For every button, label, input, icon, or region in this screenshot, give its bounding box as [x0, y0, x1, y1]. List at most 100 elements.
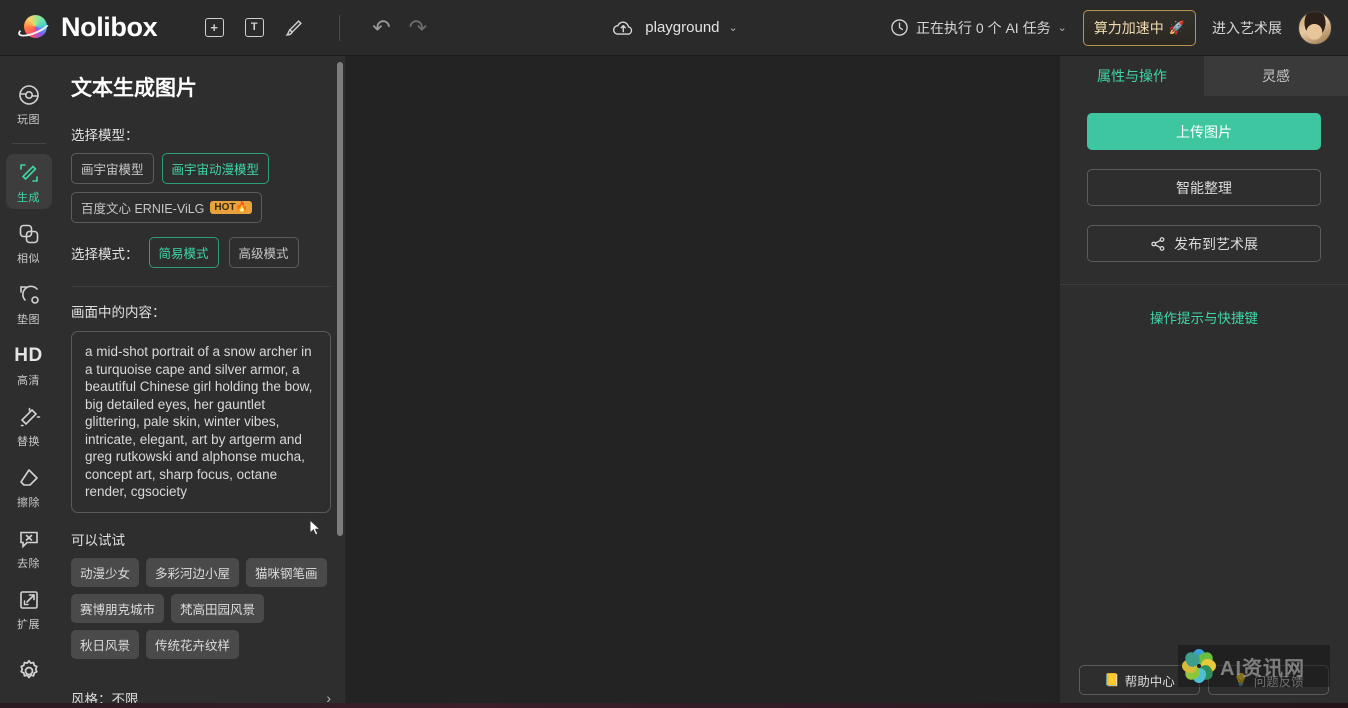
planet-logo-icon: [15, 13, 53, 43]
sidebar-item-settings[interactable]: [6, 652, 52, 688]
tab-inspiration[interactable]: 灵感: [1204, 56, 1348, 96]
clock-icon: [891, 19, 908, 36]
model-chip-row: 画宇宙模型 画宇宙动漫模型: [71, 153, 331, 184]
mode-chip-label: 简易模式: [158, 247, 209, 261]
help-center-button[interactable]: 📒 帮助中心: [1079, 665, 1200, 695]
lightbulb-icon: 💡: [1233, 672, 1249, 687]
sidebar-item-playimage[interactable]: 玩图: [6, 76, 52, 131]
top-bar: Nolibox + T ↶ ↷ playground ⌄ 正在执行 0 个 AI…: [0, 0, 1348, 56]
publish-to-exhibition-button[interactable]: 发布到艺术展: [1087, 225, 1321, 262]
mode-chip-simple[interactable]: 简易模式: [148, 237, 219, 268]
generation-panel: 文本生成图片 选择模型： 画宇宙模型 画宇宙动漫模型 百度文心 ERNIE-Vi…: [57, 56, 346, 708]
chevron-down-icon: ⌄: [728, 22, 738, 34]
ai-task-status[interactable]: 正在执行 0 个 AI 任务 ⌄: [890, 18, 1067, 38]
tab-properties[interactable]: 属性与操作: [1060, 56, 1204, 96]
replace-icon: [16, 404, 42, 430]
sidebar-item-label: 垫图: [17, 314, 40, 326]
share-icon: [1151, 236, 1165, 251]
model-chip-huayuzhou[interactable]: 画宇宙模型: [71, 153, 154, 184]
shortcuts-hint-link[interactable]: 操作提示与快捷键: [1060, 285, 1348, 327]
upload-image-button[interactable]: 上传图片: [1087, 113, 1321, 150]
suggestion-tag-row: 动漫少女 多彩河边小屋 猫咪钢笔画 赛博朋克城市 梵高田园风景 秋日风景 传统花…: [71, 557, 331, 659]
model-chip-label: 百度文心 ERNIE-ViLG: [81, 202, 205, 216]
sidebar-item-label: 替换: [17, 436, 40, 448]
hot-badge: HOT🔥: [210, 201, 252, 214]
add-frame-icon[interactable]: +: [201, 15, 227, 41]
topbar-right: 正在执行 0 个 AI 任务 ⌄ 算力加速中 🚀 进入艺术展: [890, 9, 1332, 46]
eraser-icon: [16, 465, 42, 491]
sidebar-item-generate[interactable]: 生成: [5, 154, 52, 209]
suggestion-tag[interactable]: 猫咪钢笔画: [246, 557, 327, 587]
toolbar-divider: [339, 14, 341, 41]
help-center-label: 帮助中心: [1124, 674, 1175, 689]
mode-section-label: 选择模式：: [71, 246, 139, 262]
ai-task-status-label: 正在执行 0 个 AI 任务: [916, 19, 1051, 36]
prompt-input[interactable]: a mid-shot portrait of a snow archer in …: [71, 331, 331, 513]
app-root: Nolibox + T ↶ ↷ playground ⌄ 正在执行 0 个 AI…: [0, 0, 1348, 708]
toolbar-tools: + T ↶ ↷: [201, 14, 427, 41]
compute-boost-button[interactable]: 算力加速中 🚀: [1082, 9, 1196, 46]
panel-scrollbar[interactable]: [337, 62, 343, 536]
similar-icon: [16, 221, 42, 247]
right-panel-footer: 📒 帮助中心 💡 问题反馈: [1060, 665, 1348, 695]
model-chip-row-2: 百度文心 ERNIE-ViLG HOT🔥: [71, 192, 331, 223]
text-tool-icon[interactable]: T: [241, 15, 267, 41]
generate-icon: [16, 160, 42, 186]
left-tool-rail: 玩图 生成 相似 垫图 HD 高清 替换 擦除 去除 扩展: [0, 56, 57, 708]
sidebar-item-similar[interactable]: 相似: [6, 215, 52, 270]
play-image-icon: [16, 82, 42, 108]
sidebar-item-expand[interactable]: 扩展: [6, 581, 52, 636]
smart-organize-button[interactable]: 智能整理: [1087, 169, 1321, 206]
suggestions-label: 可以试试: [71, 532, 125, 548]
expand-icon: [16, 587, 42, 613]
undo-button[interactable]: ↶: [372, 16, 390, 39]
suggestion-tag[interactable]: 秋日风景: [71, 629, 140, 659]
project-selector[interactable]: playground ⌄: [610, 15, 738, 41]
suggestion-tag[interactable]: 梵高田园风景: [171, 593, 265, 623]
sidebar-item-remove[interactable]: 去除: [6, 520, 52, 575]
sidebar-item-label: 高清: [17, 375, 40, 387]
brush-tool-icon[interactable]: [281, 15, 307, 41]
suggestion-tag[interactable]: 赛博朋克城市: [71, 593, 165, 623]
model-section-label: 选择模型：: [71, 128, 139, 143]
sidebar-item-label: 扩展: [17, 619, 40, 631]
chevron-down-icon: ⌄: [1057, 22, 1067, 34]
sidebar-item-replace[interactable]: 替换: [6, 398, 52, 453]
upload-image-label: 上传图片: [1176, 123, 1232, 140]
project-name: playground: [645, 19, 720, 36]
smart-organize-label: 智能整理: [1176, 179, 1232, 196]
feedback-button[interactable]: 💡 问题反馈: [1208, 665, 1329, 695]
hd-icon: HD: [14, 345, 43, 366]
compute-boost-label: 算力加速中: [1093, 19, 1164, 36]
sidebar-item-reference[interactable]: 垫图: [6, 276, 52, 331]
prompt-label: 画面中的内容：: [71, 305, 166, 320]
cloud-upload-icon: [612, 21, 633, 35]
sidebar-item-erase[interactable]: 擦除: [6, 459, 52, 514]
avatar[interactable]: [1298, 10, 1332, 45]
model-chip-ernie-vilg[interactable]: 百度文心 ERNIE-ViLG HOT🔥: [71, 192, 262, 223]
feedback-label: 问题反馈: [1253, 674, 1304, 689]
art-exhibition-link[interactable]: 进入艺术展: [1212, 18, 1282, 38]
sidebar-item-hd[interactable]: HD 高清: [6, 337, 52, 392]
mode-chip-advanced[interactable]: 高级模式: [228, 237, 299, 268]
model-chip-huayuzhou-anime[interactable]: 画宇宙动漫模型: [161, 153, 270, 184]
mode-chip-label: 高级模式: [238, 247, 289, 261]
model-chip-label: 画宇宙模型: [81, 163, 144, 177]
bottom-strip: [0, 703, 1348, 708]
sidebar-item-label: 去除: [17, 558, 40, 570]
suggestion-tag[interactable]: 传统花卉纹样: [146, 629, 240, 659]
page-title: 文本生成图片: [71, 77, 197, 100]
canvas-area[interactable]: [346, 56, 1060, 708]
sidebar-item-label: 生成: [17, 192, 40, 204]
panel-divider: [71, 286, 331, 287]
brand-logo[interactable]: Nolibox: [15, 12, 158, 43]
suggestion-tag[interactable]: 动漫少女: [71, 557, 140, 587]
redo-button[interactable]: ↷: [409, 16, 427, 39]
suggestion-tag[interactable]: 多彩河边小屋: [146, 557, 240, 587]
right-panel: 属性与操作 灵感 上传图片 智能整理 发布到艺术展 操作提示与快捷键 📒 帮助中…: [1060, 56, 1348, 708]
reference-image-icon: [16, 282, 42, 308]
rail-divider: [11, 143, 46, 144]
mode-row: 选择模式： 简易模式 高级模式: [71, 237, 331, 268]
gear-icon: [16, 658, 42, 684]
sidebar-item-label: 擦除: [17, 497, 40, 509]
